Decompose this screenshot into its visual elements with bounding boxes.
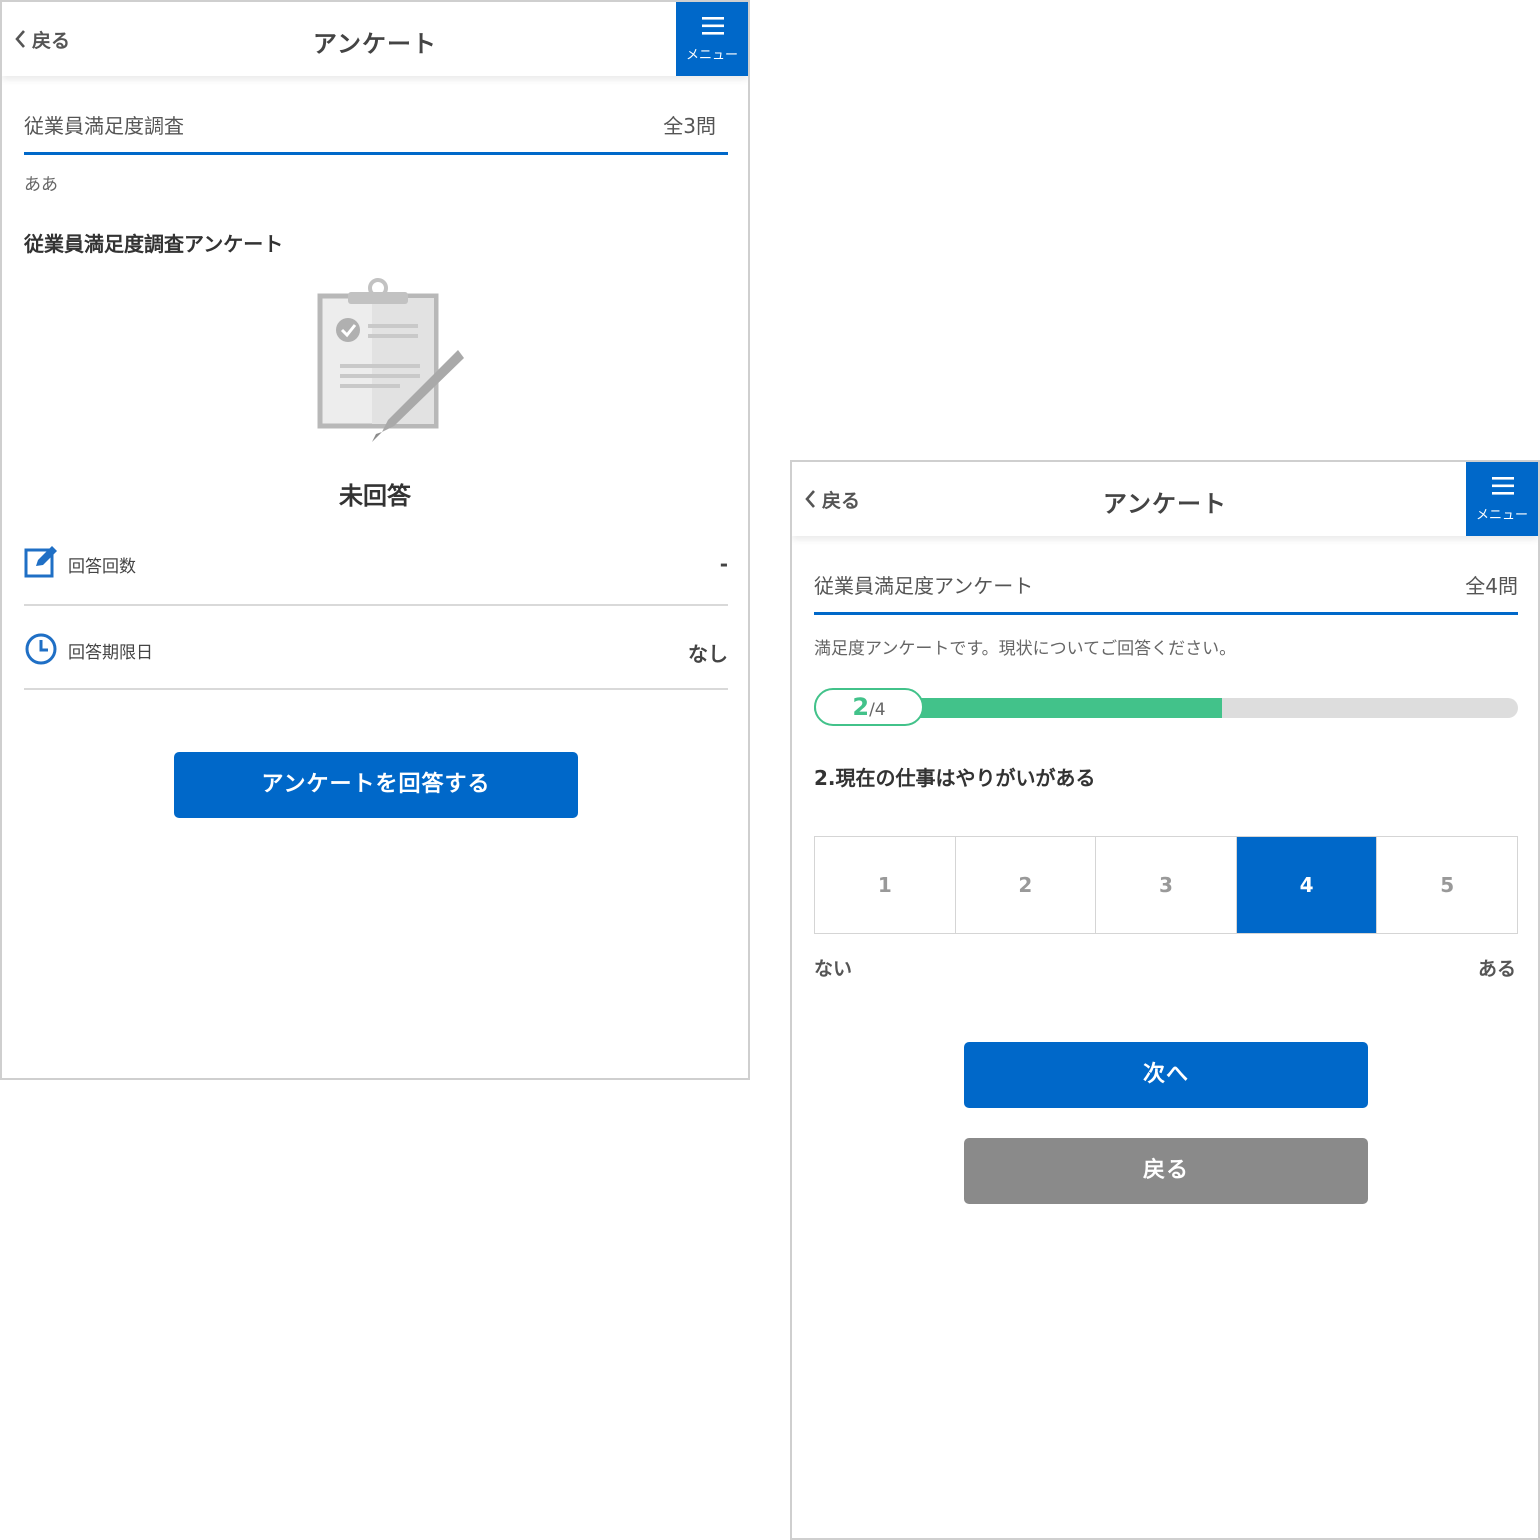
- survey-name: 従業員満足度アンケート: [814, 574, 1034, 598]
- answer-status: 未回答: [339, 482, 411, 510]
- rating-option-4[interactable]: 4: [1236, 837, 1378, 933]
- survey-question-screen: 戻る アンケート メニュー 従業員満足度アンケート 全4問 満足度アンケートです…: [790, 460, 1540, 1540]
- menu-button[interactable]: メニュー: [676, 2, 748, 76]
- answer-count-row: 回答回数 -: [24, 522, 728, 606]
- app-header: 戻る アンケート メニュー: [792, 462, 1538, 536]
- progress-current: 2: [852, 693, 870, 721]
- menu-button[interactable]: メニュー: [1466, 462, 1538, 536]
- deadline-label: 回答期限日: [68, 643, 153, 663]
- scale-max-label: ある: [1477, 958, 1516, 980]
- rating-option-5[interactable]: 5: [1377, 837, 1517, 933]
- survey-overview-screen: 戻る アンケート メニュー 従業員満足度調査 全3問 ああ 従業員満足度調査アン…: [0, 0, 750, 1080]
- survey-description: ああ: [24, 175, 58, 195]
- menu-label: メニュー: [685, 48, 738, 63]
- page-title: アンケート: [312, 30, 438, 58]
- clipboard-icon: [317, 278, 464, 442]
- rating-scale: 12345: [814, 836, 1518, 934]
- question-text: 2.現在の仕事はやりがいがある: [814, 766, 1096, 790]
- progress-bar: 2/4: [814, 688, 1518, 728]
- progress-indicator: 2/4: [814, 688, 924, 726]
- survey-description: 満足度アンケートです。現状についてご回答ください。: [814, 639, 1237, 659]
- page-title: アンケート: [1102, 490, 1228, 518]
- survey-name: 従業員満足度調査: [24, 114, 184, 138]
- menu-label: メニュー: [1475, 508, 1528, 523]
- hamburger-icon: [1492, 477, 1514, 495]
- answer-count-value: -: [719, 552, 728, 576]
- hamburger-icon: [702, 17, 724, 35]
- edit-icon: [24, 546, 57, 578]
- question-count: 全4問: [1465, 574, 1518, 598]
- scale-min-label: ない: [814, 958, 853, 980]
- answer-count-label: 回答回数: [68, 557, 136, 577]
- question-count: 全3問: [663, 114, 716, 138]
- app-header: 戻る アンケート メニュー: [2, 2, 748, 76]
- rating-option-3[interactable]: 3: [1096, 837, 1237, 933]
- survey-heading: 従業員満足度アンケート 全4問: [814, 566, 1518, 615]
- rating-option-2[interactable]: 2: [956, 837, 1097, 933]
- back-button[interactable]: 戻る: [964, 1138, 1368, 1204]
- next-button[interactable]: 次へ: [964, 1042, 1368, 1108]
- clock-icon: [25, 633, 57, 665]
- rating-option-1[interactable]: 1: [815, 837, 956, 933]
- survey-heading: 従業員満足度調査 全3問: [24, 106, 728, 155]
- survey-subtitle: 従業員満足度調査アンケート: [24, 232, 284, 256]
- answer-survey-button[interactable]: アンケートを回答する: [174, 752, 578, 818]
- deadline-row: 回答期限日 なし: [24, 606, 728, 690]
- deadline-value: なし: [688, 642, 728, 666]
- progress-total: /4: [869, 700, 886, 720]
